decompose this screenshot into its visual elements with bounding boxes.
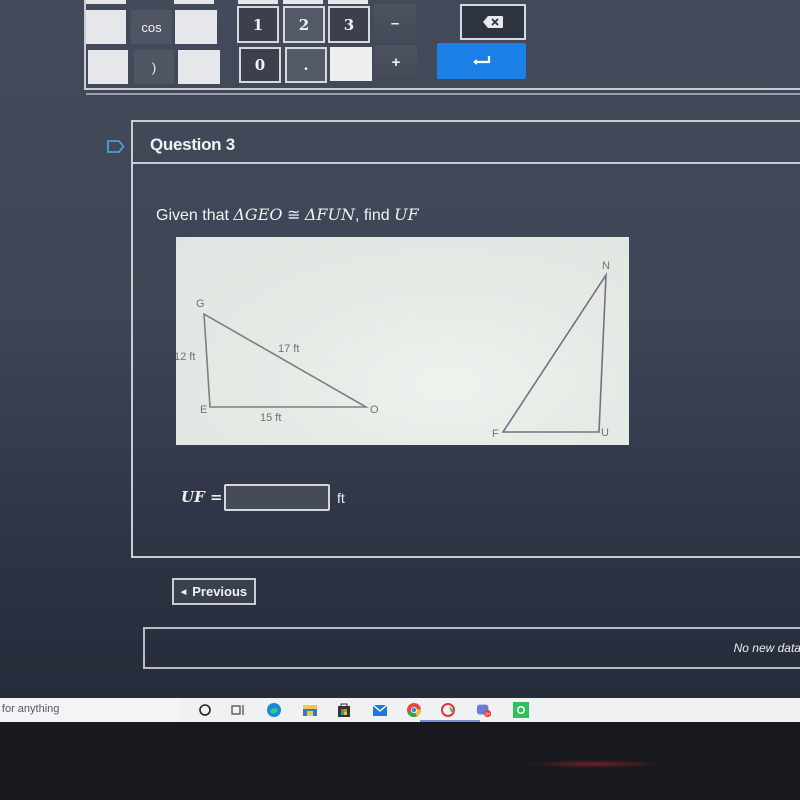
previous-button[interactable]: ◀ Previous bbox=[172, 578, 256, 605]
key-2[interactable]: 2 bbox=[283, 6, 325, 43]
app-icon[interactable] bbox=[440, 702, 456, 718]
key-blank[interactable] bbox=[175, 10, 217, 44]
prompt-prefix: Given that bbox=[156, 207, 234, 224]
discord-icon[interactable]: 9+ bbox=[476, 702, 492, 718]
vertex-g: G bbox=[196, 298, 205, 310]
answer-label: UF = bbox=[181, 488, 223, 506]
triangle-fun: ΔFUN bbox=[304, 205, 355, 224]
key-1[interactable]: 1 bbox=[237, 6, 279, 43]
key-partial[interactable] bbox=[238, 0, 278, 4]
target-segment: UF bbox=[394, 205, 419, 224]
bezel-light bbox=[525, 760, 665, 768]
key-decimal[interactable]: . bbox=[285, 47, 327, 83]
prompt-find: , find bbox=[354, 207, 395, 224]
screen: cos 1 2 3 – ) 0 . + Question 3 Given tha… bbox=[0, 0, 800, 698]
store-icon[interactable] bbox=[336, 702, 352, 718]
search-text: Search for anything bbox=[0, 703, 60, 715]
enter-icon bbox=[472, 56, 490, 65]
status-panel: No new data to save bbox=[143, 627, 800, 669]
cortana-icon[interactable] bbox=[197, 702, 213, 718]
question-title: Question 3 bbox=[150, 135, 235, 154]
triangle-fun-shape bbox=[501, 272, 607, 433]
previous-label: Previous bbox=[192, 584, 248, 599]
vertex-e: E bbox=[200, 404, 207, 416]
enter-button[interactable] bbox=[437, 43, 526, 79]
key-partial[interactable] bbox=[174, 0, 214, 4]
vertex-f: F bbox=[492, 428, 499, 440]
backspace-icon bbox=[483, 16, 503, 28]
key-blank[interactable] bbox=[86, 10, 126, 44]
backspace-button[interactable] bbox=[460, 4, 526, 40]
answer-input[interactable] bbox=[224, 484, 330, 511]
key-partial[interactable] bbox=[283, 0, 323, 4]
file-explorer-icon[interactable] bbox=[302, 702, 318, 718]
key-minus[interactable]: – bbox=[374, 4, 416, 42]
answer-unit: ft bbox=[337, 490, 345, 506]
vertex-u: U bbox=[601, 427, 609, 439]
bookmark-icon[interactable] bbox=[107, 140, 125, 153]
vertex-n: N bbox=[602, 260, 610, 272]
keypad-divider bbox=[86, 93, 800, 95]
question-card: Question 3 Given that ΔGEO ≅ ΔFUN, find … bbox=[131, 120, 800, 558]
key-close-paren[interactable]: ) bbox=[134, 50, 174, 84]
discord-badge: 9+ bbox=[485, 711, 490, 716]
side-go-label: 17 ft bbox=[278, 343, 299, 355]
chevron-left-icon: ◀ bbox=[180, 588, 187, 596]
taskbar-search[interactable]: Search for anything bbox=[0, 698, 180, 722]
edge-icon[interactable] bbox=[266, 702, 282, 718]
question-prompt: Given that ΔGEO ≅ ΔFUN, find UF bbox=[156, 205, 419, 225]
key-0[interactable]: 0 bbox=[239, 47, 281, 83]
vertex-o: O bbox=[370, 404, 379, 416]
congruent-symbol: ≅ bbox=[282, 207, 305, 224]
key-blank[interactable] bbox=[178, 50, 220, 84]
key-blank[interactable] bbox=[88, 50, 128, 84]
question-header: Question 3 bbox=[133, 122, 800, 164]
triangle-geo: ΔGEO bbox=[233, 205, 283, 224]
triangle-figure: G E O 12 ft 17 ft 15 ft N F U bbox=[176, 237, 629, 445]
side-ge-label: 12 ft bbox=[176, 351, 195, 363]
triangle-geo-shape bbox=[203, 312, 370, 408]
chrome-icon[interactable] bbox=[406, 702, 422, 718]
key-plus[interactable]: + bbox=[375, 45, 417, 80]
status-message: No new data to save bbox=[733, 641, 800, 655]
key-3[interactable]: 3 bbox=[328, 6, 370, 43]
taskbar: Search for anything 9+ bbox=[0, 698, 800, 722]
monitor-bezel bbox=[0, 722, 800, 800]
side-eo-label: 15 ft bbox=[260, 412, 281, 424]
mail-icon[interactable] bbox=[372, 702, 388, 718]
key-partial[interactable] bbox=[86, 0, 126, 4]
key-partial[interactable] bbox=[328, 0, 368, 4]
key-blank[interactable] bbox=[330, 47, 372, 81]
key-cos[interactable]: cos bbox=[131, 10, 172, 44]
spotify-icon[interactable] bbox=[513, 702, 529, 718]
task-view-icon[interactable] bbox=[230, 702, 246, 718]
